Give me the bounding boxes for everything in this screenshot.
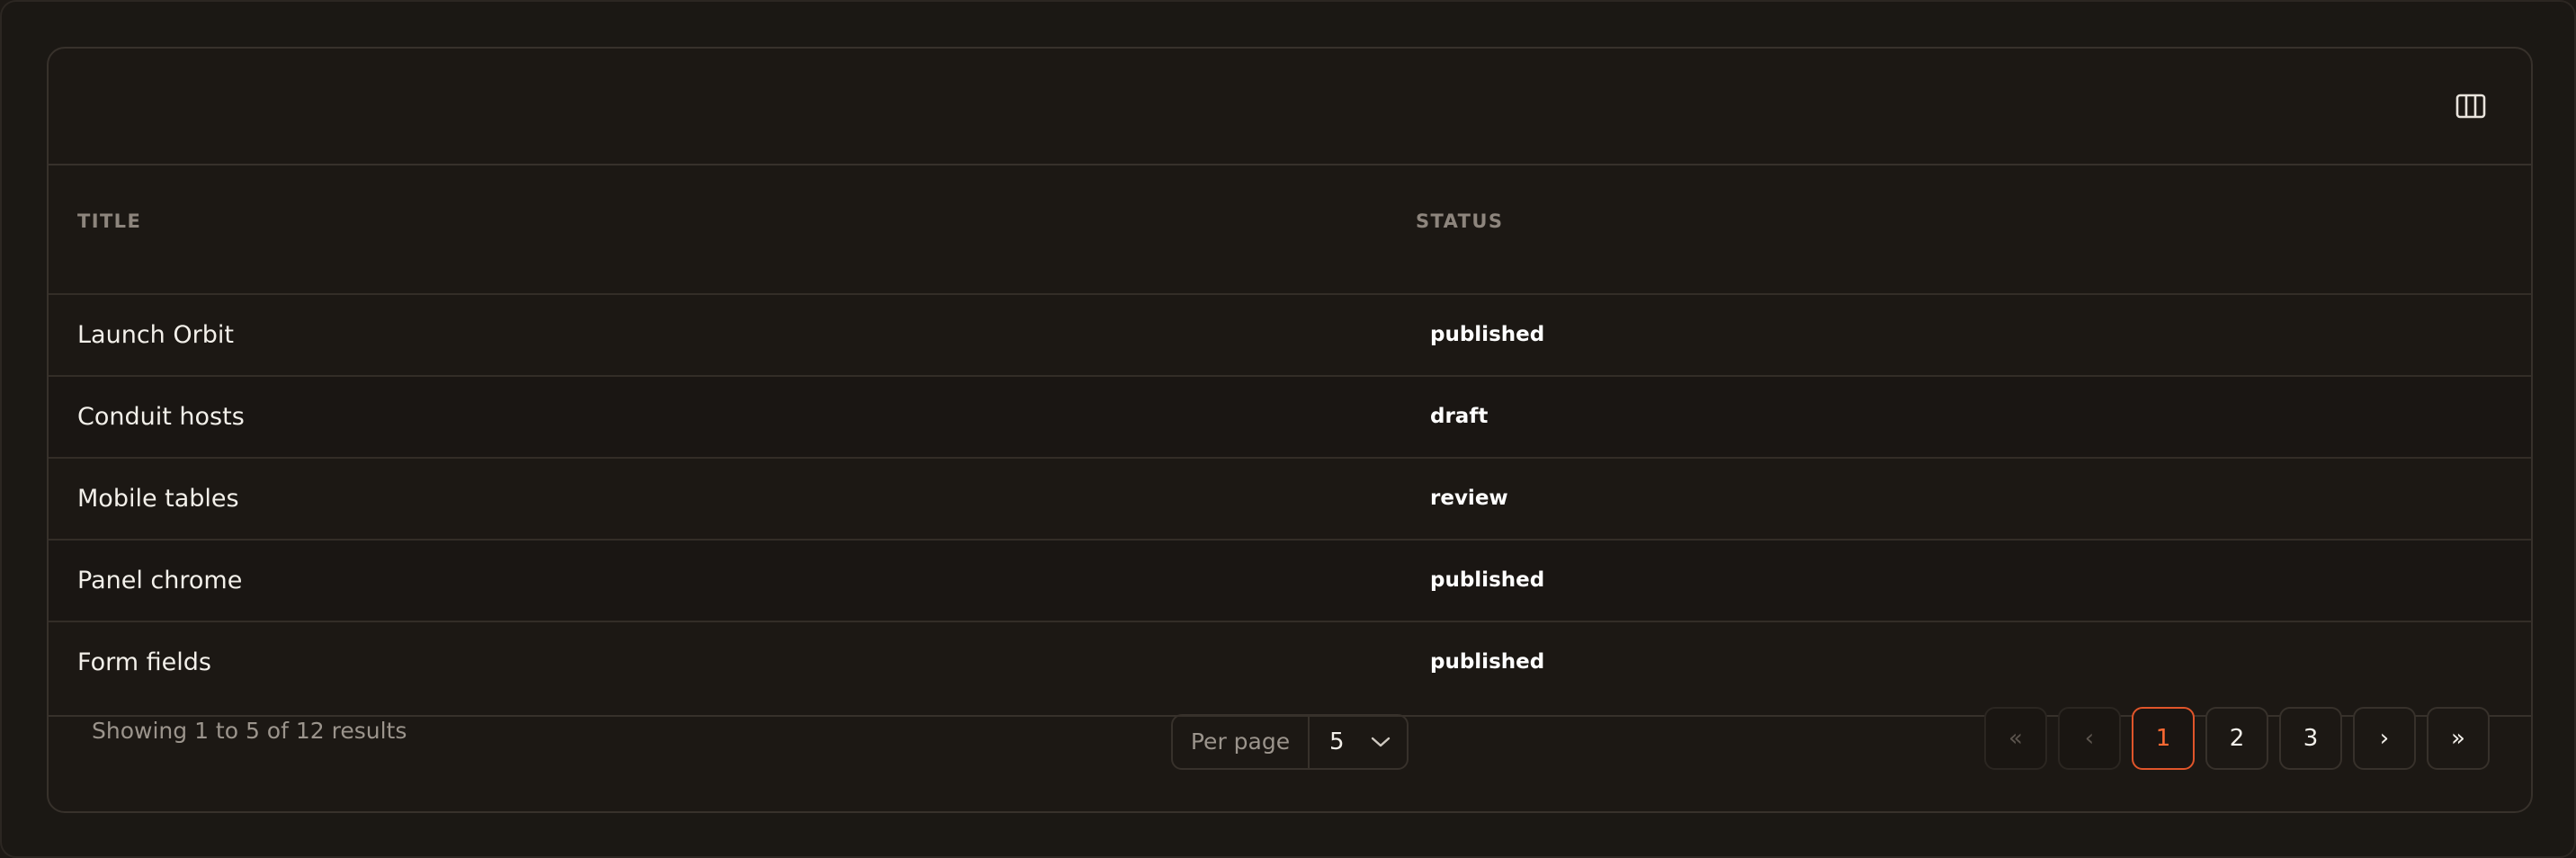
table-row[interactable]: Panel chrome published [49, 541, 2531, 622]
pagination: « ‹ 1 2 3 › » [1984, 707, 2490, 770]
table-row[interactable]: Mobile tables review [49, 459, 2531, 541]
page-button-3[interactable]: 3 [2279, 707, 2342, 770]
table-body: Launch Orbit published Conduit hosts dra… [49, 295, 2531, 717]
table-toolbar [49, 49, 2531, 165]
row-title: Mobile tables [77, 485, 239, 513]
table-footer: Showing 1 to 5 of 12 results Per page 5 … [49, 671, 2531, 811]
page-button-2[interactable]: 2 [2205, 707, 2268, 770]
table-panel: TITLE STATUS Launch Orbit published Cond… [47, 47, 2533, 813]
results-summary: Showing 1 to 5 of 12 results [92, 718, 407, 744]
status-badge: review [1430, 487, 1508, 510]
column-header-title[interactable]: TITLE [77, 210, 141, 232]
chevron-down-icon [1371, 737, 1391, 747]
per-page-value: 5 [1329, 728, 1345, 755]
next-page-button[interactable]: › [2353, 707, 2416, 770]
column-header-status[interactable]: STATUS [1416, 210, 1503, 232]
status-badge: draft [1430, 405, 1489, 428]
row-title: Launch Orbit [77, 321, 234, 349]
table-header: TITLE STATUS [49, 165, 2531, 295]
table-row[interactable]: Launch Orbit published [49, 295, 2531, 377]
app-frame: TITLE STATUS Launch Orbit published Cond… [0, 0, 2576, 858]
per-page-select[interactable]: 5 [1310, 728, 1407, 755]
page-button-1[interactable]: 1 [2132, 707, 2195, 770]
per-page-control: Per page 5 [1171, 714, 1409, 770]
row-title: Conduit hosts [77, 403, 245, 431]
row-title: Panel chrome [77, 567, 243, 594]
status-badge: published [1430, 323, 1545, 346]
per-page-label: Per page [1173, 716, 1310, 768]
column-toggle-button[interactable] [2454, 90, 2488, 122]
table-row[interactable]: Conduit hosts draft [49, 377, 2531, 459]
status-badge: published [1430, 568, 1545, 592]
first-page-button[interactable]: « [1984, 707, 2047, 770]
last-page-button[interactable]: » [2427, 707, 2490, 770]
prev-page-button[interactable]: ‹ [2058, 707, 2121, 770]
columns-icon [2455, 94, 2486, 119]
